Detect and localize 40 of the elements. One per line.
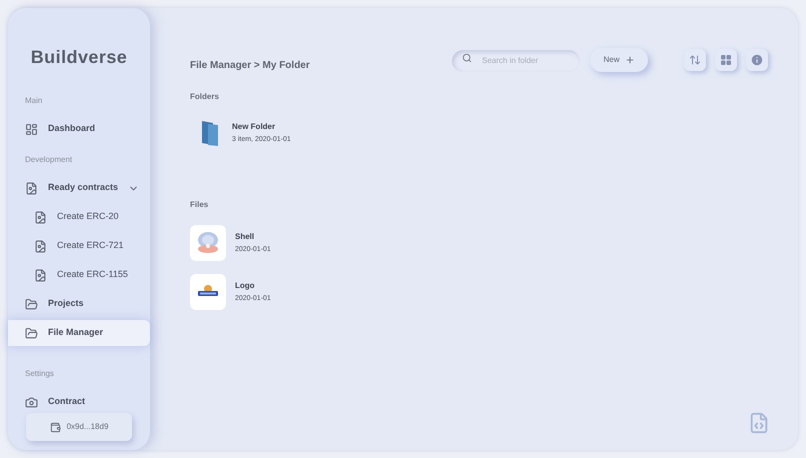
info-button[interactable] (746, 48, 768, 70)
grid-icon (720, 54, 732, 66)
section-label: Settings (24, 368, 55, 380)
section-title: Folders (190, 91, 220, 103)
sidebar-item[interactable]: Contract (8, 389, 150, 415)
wallet-icon (50, 422, 61, 432)
folder-icon (200, 119, 220, 147)
grid-view-button[interactable] (715, 48, 737, 70)
dashboard-icon (25, 122, 38, 136)
file-icon (25, 182, 38, 194)
wallet-button[interactable]: 0x9d...18d9 (26, 413, 132, 441)
folder-name: New Folder (232, 120, 276, 133)
sort-button[interactable] (684, 48, 706, 70)
camera-icon (25, 396, 38, 408)
section-label: Main (24, 95, 44, 107)
info-icon (750, 52, 764, 66)
sidebar-item[interactable]: Create ERC-721 (8, 233, 150, 259)
sidebar-item[interactable]: Dashboard (8, 116, 150, 142)
file-icon (34, 240, 47, 252)
file-name: Shell (235, 230, 256, 243)
search-field[interactable]: Search in folder (452, 50, 580, 72)
folder-icon (25, 326, 38, 340)
file-icon (34, 210, 47, 224)
sidebar-item[interactable]: Projects (8, 291, 150, 317)
sidebar-item[interactable]: Ready contracts (8, 175, 150, 201)
section-label: Development (24, 154, 74, 166)
sort-icon (689, 54, 701, 66)
file-name: Logo (235, 280, 256, 292)
sidebar-item[interactable]: Create ERC-20 (8, 204, 150, 230)
file-icon (34, 268, 47, 282)
code-file-icon[interactable] (748, 410, 770, 436)
plus-icon (624, 54, 634, 64)
breadcrumb: File Manager > My Folder (190, 59, 310, 73)
folder-icon (25, 298, 38, 310)
section-title: Files (190, 199, 210, 211)
sidebar-item[interactable]: File Manager (8, 320, 150, 346)
app-logo: Buildverse (30, 46, 128, 69)
new-button[interactable]: New (590, 48, 648, 72)
sidebar-item[interactable]: Create ERC-1155 (8, 262, 150, 288)
search-icon (462, 53, 472, 64)
